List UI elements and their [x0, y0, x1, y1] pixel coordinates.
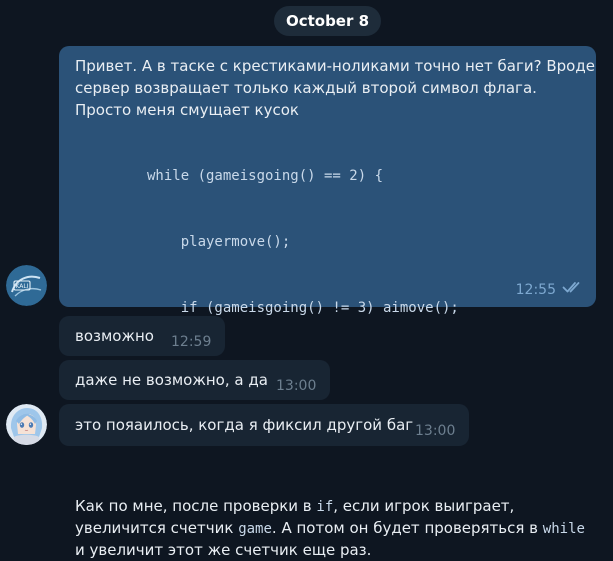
text-segment: Как по мне, после проверки в — [75, 497, 317, 515]
incoming-message-bubble[interactable]: возможно 12:59 — [59, 316, 225, 356]
double-check-icon — [562, 279, 584, 301]
inline-code: if — [316, 499, 334, 515]
message-meta: 12:55 — [516, 279, 584, 301]
message-line: и увеличит этот же счетчик еще раз. — [75, 541, 372, 559]
code-line: playermove(); — [147, 234, 291, 250]
message-line: сервер возвращает только каждый второй с… — [75, 79, 537, 97]
code-line: while (gameisgoing() == 2) { — [147, 168, 384, 184]
date-separator: October 8 — [274, 6, 381, 36]
message-time: 13:00 — [276, 378, 317, 394]
text-segment: увеличится счетчик — [75, 519, 239, 537]
message-line: Как по мне, после проверки в if, если иг… — [75, 495, 580, 517]
message-text: возможно — [75, 327, 154, 345]
message-time: 12:55 — [515, 282, 556, 298]
inline-code: game — [238, 521, 272, 537]
message-line: увеличится счетчик game. А потом он буде… — [75, 517, 585, 539]
message-time: 12:59 — [171, 334, 212, 350]
text-segment: . А потом он будет проверяться в — [271, 519, 543, 537]
incoming-message-bubble[interactable]: это пояаилось, когда я фиксил другой баг… — [59, 404, 469, 446]
sender-avatar[interactable] — [6, 404, 47, 445]
inline-code: while — [542, 521, 585, 537]
own-message-bubble[interactable]: Привет. А в таске с крестиками-ноликами … — [59, 46, 596, 559]
message-text: это пояаилось, когда я фиксил другой баг — [75, 416, 414, 434]
message-time: 13:00 — [415, 423, 456, 439]
text-segment: , если игрок выиграет, — [333, 497, 515, 515]
kali-avatar[interactable]: KALI — [6, 265, 47, 306]
message-line: Просто меня смущает кусок — [75, 101, 299, 119]
svg-text:KALI: KALI — [15, 283, 28, 290]
incoming-message-bubble[interactable]: даже не возможно, а да 13:00 — [59, 360, 330, 400]
message-text: даже не возможно, а да — [75, 371, 268, 389]
message-line: Привет. А в таске с крестиками-ноликами … — [75, 57, 595, 75]
